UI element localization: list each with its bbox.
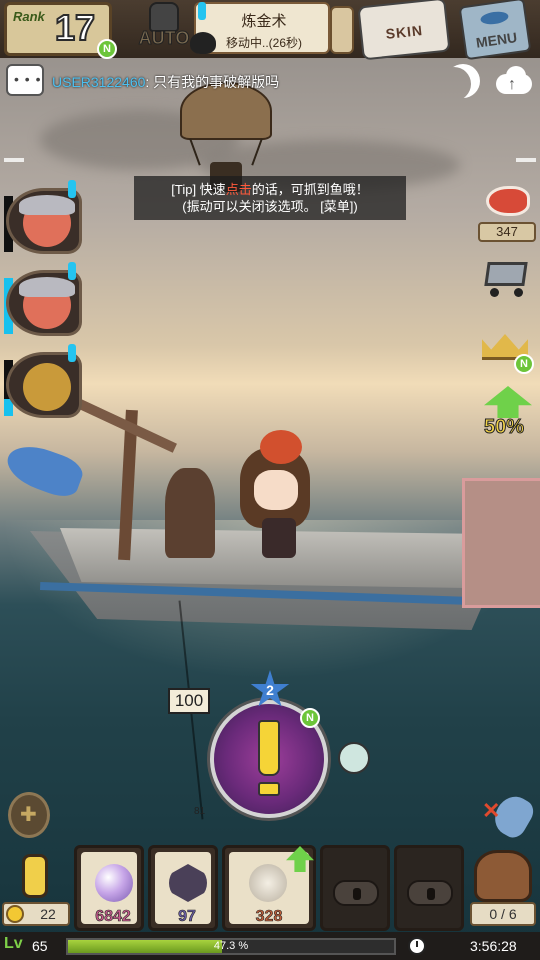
shell-count: 328 xyxy=(255,908,283,926)
exp-bar: 47.3 % xyxy=(66,938,396,955)
player-character xyxy=(232,430,322,560)
skin-label: SKIN xyxy=(384,22,424,42)
lantern-icon[interactable] xyxy=(4,850,66,902)
boost-percent: 50% xyxy=(483,416,525,439)
right-edge-tick xyxy=(516,158,536,162)
tip-suffix: 的话，可抓到鱼哦！ xyxy=(251,182,369,197)
web-gem-icon xyxy=(169,864,207,902)
depth-value: 81 xyxy=(194,806,206,817)
alert-marker-icon xyxy=(198,2,206,20)
item-slot-locked-1[interactable] xyxy=(320,845,390,931)
crown-new-badge: N xyxy=(514,354,534,374)
menu-label: MENU xyxy=(474,29,519,51)
web-gem-count: 97 xyxy=(178,908,196,926)
skin-button[interactable]: SKIN xyxy=(357,0,451,61)
status-bar: Lv 65 47.3 % 3:56:28 xyxy=(0,932,540,960)
left-edge-tick xyxy=(4,158,24,162)
fish-icon xyxy=(479,10,510,26)
exclamation-dot xyxy=(258,782,280,796)
meat-count: 347 xyxy=(478,222,536,242)
pearl-count: 6842 xyxy=(95,908,131,926)
auto-button[interactable]: AUTO xyxy=(135,2,193,54)
alchemy-status: 移动中..(26秒) xyxy=(225,36,302,50)
coin-count: 22 xyxy=(40,906,56,922)
menu-button[interactable]: MENU xyxy=(458,0,532,61)
catch-new-badge: N xyxy=(300,708,320,728)
star-level: 2 xyxy=(266,682,274,698)
cloud-save-icon[interactable]: ↑ xyxy=(494,62,534,98)
companion-avatar[interactable] xyxy=(338,742,370,774)
alert-marker-icon xyxy=(68,180,76,198)
shop-cart-icon[interactable] xyxy=(482,252,532,300)
alchemy-title: 炼金术 xyxy=(241,13,287,30)
blue-bird-pet xyxy=(1,438,87,502)
shell-icon xyxy=(249,864,287,902)
alchemy-panel[interactable]: 炼金术 移动中..(26秒) xyxy=(190,2,330,54)
tip-prefix: [Tip] 快速 xyxy=(171,182,226,197)
exp-percent: 47.3 % xyxy=(213,940,249,952)
rank-panel[interactable]: Rank 17 N xyxy=(4,2,117,59)
boost-arrow-icon xyxy=(484,386,532,418)
robot-companion xyxy=(165,468,215,558)
chat-message[interactable]: USER3122460: 只有我的事破解版吗 xyxy=(52,72,279,92)
fish-release-icon[interactable]: ✕ xyxy=(482,790,538,842)
player-level: 65 xyxy=(32,938,48,954)
meat-icon[interactable] xyxy=(486,186,530,216)
line-length-counter: 100 xyxy=(168,688,210,714)
rank-value: 17 xyxy=(54,6,96,49)
chat-text: : 只有我的事破解版吗 xyxy=(145,74,280,90)
tip-line-1: [Tip] 快速点击的话，可抓到鱼哦！ xyxy=(134,181,406,198)
scroll-icon[interactable] xyxy=(330,6,354,54)
auto-label: AUTO xyxy=(138,28,190,49)
item-slot-locked-2[interactable] xyxy=(394,845,464,931)
bag-capacity: 0 / 6 xyxy=(470,902,536,926)
new-badge: N xyxy=(97,39,117,59)
tip-highlight: 点击 xyxy=(225,182,252,197)
coin-icon xyxy=(6,905,24,923)
bag-icon[interactable] xyxy=(474,850,532,902)
rank-label: Rank xyxy=(13,9,45,24)
item-slot-pearl[interactable]: 6842 xyxy=(74,845,144,931)
item-slot-web[interactable]: 97 xyxy=(148,845,218,931)
boost-ad-button[interactable]: 50% xyxy=(482,386,534,446)
gift-box[interactable] xyxy=(462,478,540,608)
moon-icon[interactable] xyxy=(446,64,480,98)
pearl-icon xyxy=(95,864,133,902)
clock-time: 3:56:28 xyxy=(470,938,517,954)
alert-marker-icon xyxy=(68,344,76,362)
tip-banner: [Tip] 快速点击的话，可抓到鱼哦！ (振动可以关闭该选项。 [菜单]) xyxy=(134,176,406,220)
chat-username: USER3122460 xyxy=(52,74,146,90)
lock-icon xyxy=(333,880,379,906)
lock-icon xyxy=(407,880,453,906)
compass-icon[interactable] xyxy=(8,792,50,838)
clock-icon xyxy=(408,937,426,955)
chat-bubble-icon[interactable]: • • • xyxy=(6,64,44,96)
alert-marker-icon xyxy=(68,262,76,280)
level-icon: Lv xyxy=(4,935,23,952)
exclamation-icon xyxy=(258,720,280,776)
tip-line-2: (振动可以关闭该选项。 [菜单]) xyxy=(182,199,358,214)
coin-counter: 22 xyxy=(2,902,70,926)
